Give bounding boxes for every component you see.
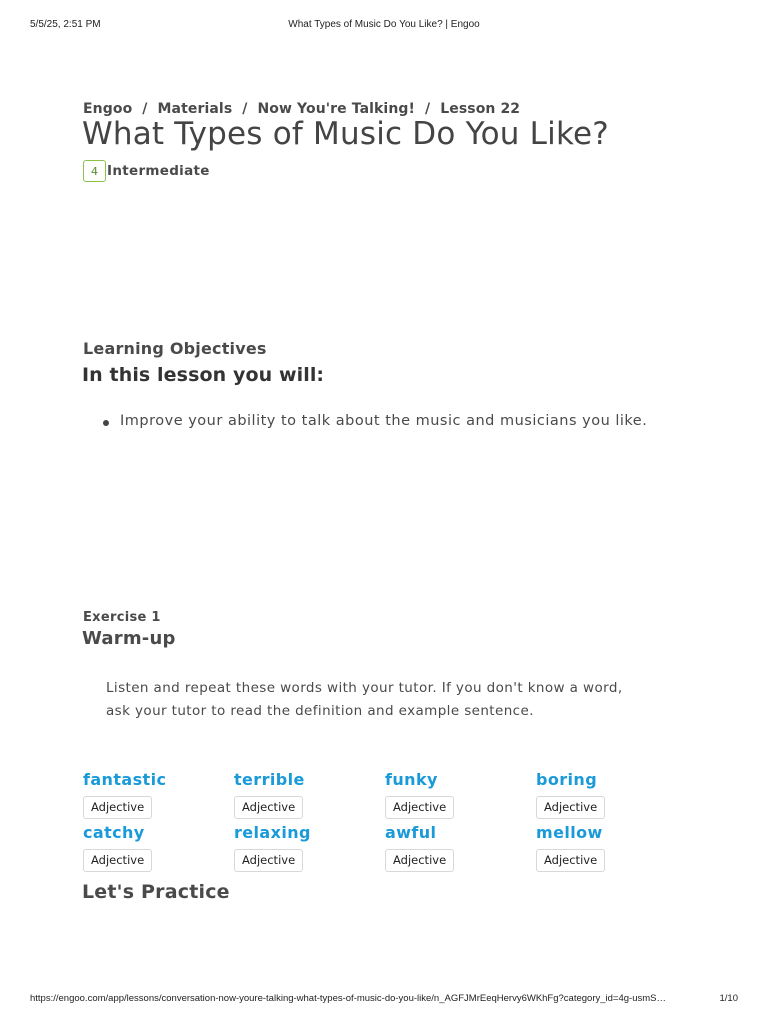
- breadcrumb-item-materials[interactable]: Materials: [158, 101, 233, 117]
- breadcrumb-separator: /: [425, 101, 431, 117]
- vocab-card: mellow Adjective: [536, 823, 686, 872]
- page-title: What Types of Music Do You Like?: [82, 116, 609, 152]
- exercise-label: Exercise 1: [83, 610, 161, 625]
- exercise-instructions: Listen and repeat these words with your …: [106, 680, 623, 719]
- objective-item: Improve your ability to talk about the m…: [100, 413, 647, 429]
- level-badge: 4: [83, 160, 106, 182]
- part-of-speech-tag: Adjective: [234, 796, 304, 819]
- breadcrumb-separator: /: [242, 101, 248, 117]
- vocab-word[interactable]: awful: [385, 823, 535, 845]
- vocab-word[interactable]: funky: [385, 770, 535, 792]
- level-indicator: 4 Intermediate: [83, 160, 210, 182]
- breadcrumb-item-lesson[interactable]: Lesson 22: [440, 101, 520, 117]
- print-url: https://engoo.com/app/lessons/conversati…: [30, 993, 666, 1004]
- print-page-title: What Types of Music Do You Like? | Engoo: [288, 19, 480, 30]
- part-of-speech-tag: Adjective: [83, 849, 153, 872]
- vocab-word[interactable]: mellow: [536, 823, 686, 845]
- objectives-list: Improve your ability to talk about the m…: [100, 413, 647, 429]
- level-name: Intermediate: [107, 163, 210, 179]
- vocab-word[interactable]: terrible: [234, 770, 384, 792]
- vocab-card: boring Adjective: [536, 770, 686, 819]
- breadcrumb: Engoo / Materials / Now You're Talking! / Less…: [83, 101, 520, 117]
- vocab-card: relaxing Adjective: [234, 823, 384, 872]
- vocab-card: funky Adjective: [385, 770, 535, 819]
- bullet-icon: [103, 420, 109, 426]
- vocab-card: awful Adjective: [385, 823, 535, 872]
- vocab-card: catchy Adjective: [83, 823, 233, 872]
- part-of-speech-tag: Adjective: [234, 849, 304, 872]
- vocab-card: fantastic Adjective: [83, 770, 233, 819]
- objective-text: Improve your ability to talk about the m…: [120, 413, 648, 429]
- part-of-speech-tag: Adjective: [385, 849, 455, 872]
- print-header: 5/5/25, 2:51 PM What Types of Music Do Y…: [0, 19, 768, 33]
- print-page-number: 1/10: [719, 993, 739, 1004]
- vocab-word[interactable]: catchy: [83, 823, 233, 845]
- part-of-speech-tag: Adjective: [536, 849, 606, 872]
- part-of-speech-tag: Adjective: [83, 796, 153, 819]
- vocab-word[interactable]: boring: [536, 770, 686, 792]
- vocab-word[interactable]: fantastic: [83, 770, 233, 792]
- exercise-heading: Warm-up: [82, 628, 176, 649]
- breadcrumb-separator: /: [142, 101, 148, 117]
- print-footer: https://engoo.com/app/lessons/conversati…: [0, 993, 768, 1007]
- vocab-card: terrible Adjective: [234, 770, 384, 819]
- breadcrumb-item-engoo[interactable]: Engoo: [83, 101, 132, 117]
- practice-heading: Let's Practice: [82, 881, 230, 903]
- objectives-heading: In this lesson you will:: [82, 364, 325, 386]
- part-of-speech-tag: Adjective: [536, 796, 606, 819]
- objectives-label: Learning Objectives: [83, 339, 267, 358]
- breadcrumb-item-course[interactable]: Now You're Talking!: [257, 101, 415, 117]
- part-of-speech-tag: Adjective: [385, 796, 455, 819]
- vocab-word[interactable]: relaxing: [234, 823, 384, 845]
